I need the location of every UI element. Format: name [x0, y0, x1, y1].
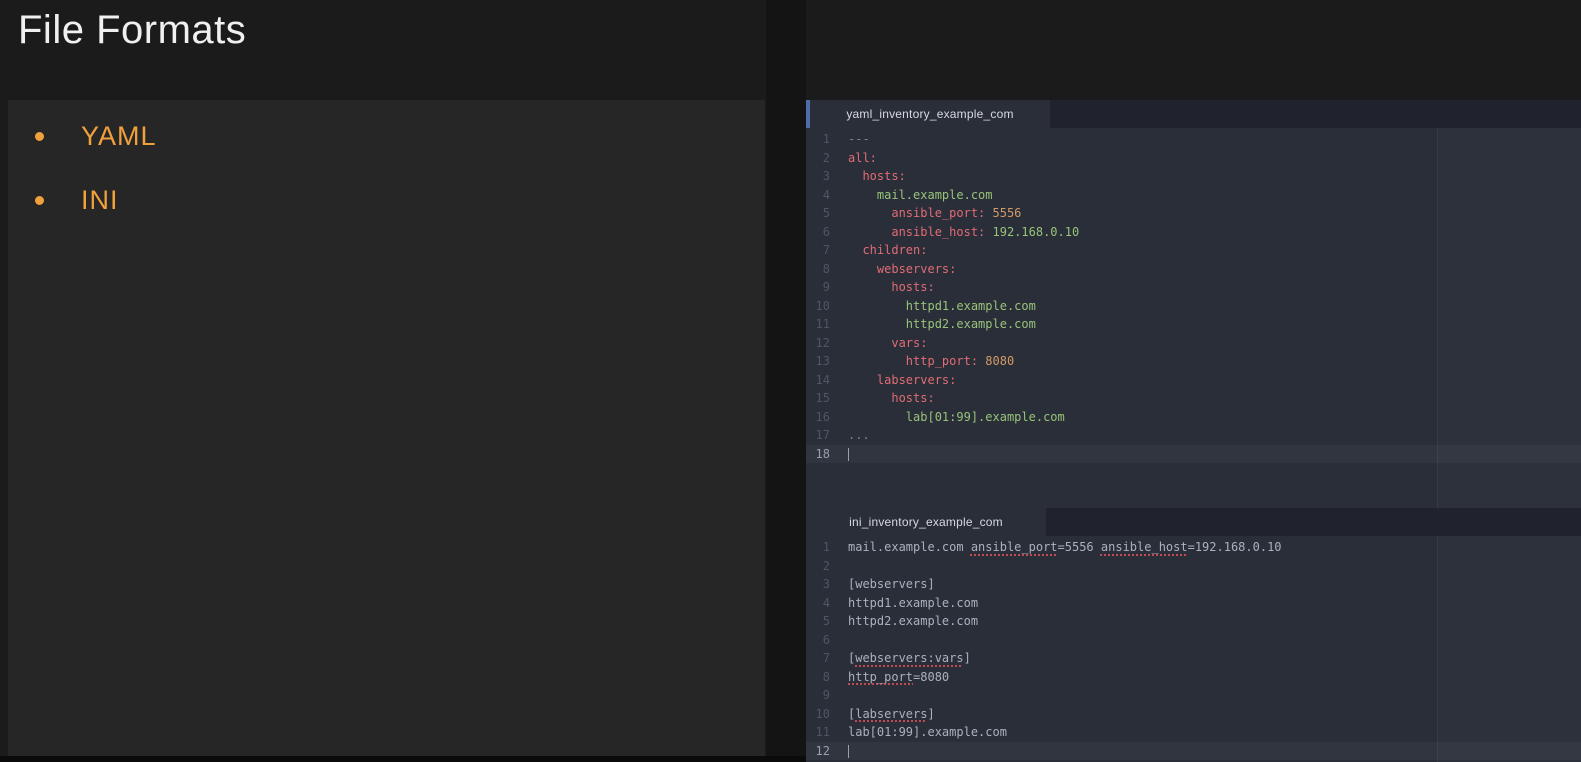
line-number: 7: [806, 649, 830, 668]
code-text: httpd2.example.com: [830, 612, 978, 631]
code-text: ansible_port: 5556: [830, 204, 1021, 223]
line-number: 7: [806, 241, 830, 260]
code-text: http_port=8080: [830, 668, 949, 687]
line-number: 11: [806, 723, 830, 742]
text-cursor: [848, 745, 849, 758]
yaml-tab-bar: yaml_inventory_example_com: [806, 100, 1581, 128]
line-number: 1: [806, 538, 830, 557]
line-number: 6: [806, 631, 830, 650]
line-number: 6: [806, 223, 830, 242]
bullet-dot-icon: [35, 196, 44, 205]
line-number: 12: [806, 334, 830, 353]
line-number: 4: [806, 594, 830, 613]
line-number: 16: [806, 408, 830, 427]
code-text: hosts:: [830, 389, 935, 408]
code-text: [830, 686, 848, 705]
line-number: 10: [806, 705, 830, 724]
tab-label: yaml_inventory_example_com: [846, 107, 1013, 121]
ini-tab-bar: ini_inventory_example_com: [806, 508, 1581, 536]
code-text: [labservers]: [830, 705, 935, 724]
code-text: mail.example.com ansible_port=5556 ansib…: [830, 538, 1282, 557]
bullet-label: YAML: [81, 121, 157, 152]
line-number: 15: [806, 389, 830, 408]
code-text: all:: [830, 149, 877, 168]
line-number: 4: [806, 186, 830, 205]
panel-gap-strip: [766, 0, 806, 762]
line-number: 5: [806, 612, 830, 631]
code-text: httpd2.example.com: [830, 315, 1036, 334]
line-number: 17: [806, 426, 830, 445]
line-number: 18: [806, 445, 830, 464]
line-number: 9: [806, 686, 830, 705]
code-text: ...: [830, 426, 870, 445]
bottom-edge-bar: [0, 756, 806, 762]
tab-yaml-inventory[interactable]: yaml_inventory_example_com: [810, 100, 1050, 128]
tab-ini-inventory[interactable]: ini_inventory_example_com: [806, 508, 1046, 536]
line-number: 5: [806, 204, 830, 223]
editor-stack: yaml_inventory_example_com 1---2all:3 ho…: [806, 100, 1581, 762]
line-number: 11: [806, 315, 830, 334]
code-text: [830, 742, 849, 761]
code-text: hosts:: [830, 167, 906, 186]
line-number: 8: [806, 668, 830, 687]
bullet-list: YAML INI: [8, 104, 765, 232]
code-text: [830, 445, 849, 464]
code-text: httpd1.example.com: [830, 594, 978, 613]
line-number: 1: [806, 130, 830, 149]
code-text: hosts:: [830, 278, 935, 297]
line-number: 9: [806, 278, 830, 297]
ini-editor-panel: ini_inventory_example_com 1mail.example.…: [806, 508, 1581, 762]
code-text: lab[01:99].example.com: [830, 723, 1007, 742]
code-text: lab[01:99].example.com: [830, 408, 1065, 427]
minimap-scrollbar[interactable]: [1437, 536, 1581, 762]
line-number: 14: [806, 371, 830, 390]
code-text: ---: [830, 130, 870, 149]
code-text: httpd1.example.com: [830, 297, 1036, 316]
line-number: 2: [806, 149, 830, 168]
code-text: mail.example.com: [830, 186, 993, 205]
page-title: File Formats: [18, 8, 246, 53]
text-cursor: [848, 448, 849, 461]
code-text: [830, 631, 848, 650]
bullet-item-ini: INI: [8, 168, 765, 232]
bullet-panel: YAML INI: [8, 100, 765, 756]
minimap-scrollbar[interactable]: [1437, 128, 1581, 508]
code-text: children:: [830, 241, 927, 260]
code-text: labservers:: [830, 371, 956, 390]
bullet-label: INI: [81, 185, 119, 216]
line-number: 3: [806, 575, 830, 594]
tab-label: ini_inventory_example_com: [849, 515, 1003, 529]
line-number: 2: [806, 557, 830, 576]
code-text: http_port: 8080: [830, 352, 1014, 371]
yaml-editor-panel: yaml_inventory_example_com 1---2all:3 ho…: [806, 100, 1581, 508]
code-text: [830, 557, 848, 576]
code-text: vars:: [830, 334, 927, 353]
line-number: 12: [806, 742, 830, 761]
line-number: 13: [806, 352, 830, 371]
bullet-item-yaml: YAML: [8, 104, 765, 168]
line-number: 10: [806, 297, 830, 316]
code-text: webservers:: [830, 260, 956, 279]
bullet-dot-icon: [35, 132, 44, 141]
line-number: 8: [806, 260, 830, 279]
code-text: [webservers:vars]: [830, 649, 971, 668]
code-text: [webservers]: [830, 575, 935, 594]
line-number: 3: [806, 167, 830, 186]
code-text: ansible_host: 192.168.0.10: [830, 223, 1079, 242]
